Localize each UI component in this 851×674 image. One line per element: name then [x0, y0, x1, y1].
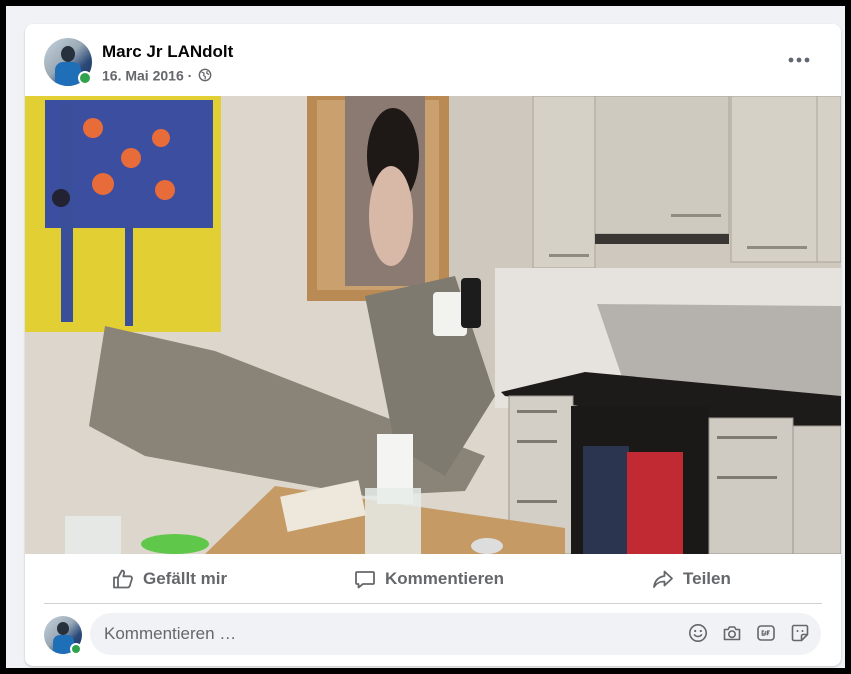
online-status-dot — [70, 643, 82, 655]
more-options-icon[interactable] — [781, 46, 817, 74]
like-button[interactable]: Gefällt mir — [111, 554, 227, 604]
emoji-icon[interactable] — [687, 622, 709, 644]
post-date[interactable]: 16. Mai 2016 — [102, 67, 184, 83]
actions-divider — [44, 603, 822, 604]
globe-icon[interactable] — [198, 68, 212, 82]
share-label: Teilen — [683, 569, 731, 588]
comment-composer — [25, 610, 841, 658]
post-photo[interactable] — [25, 96, 841, 554]
post-card: Marc Jr LANdolt 16. Mai 2016 · Gefällt m… — [25, 24, 841, 666]
avatar-head — [57, 622, 69, 635]
post-header: Marc Jr LANdolt 16. Mai 2016 · — [25, 24, 841, 96]
online-status-dot — [78, 71, 92, 85]
comment-tools — [687, 622, 811, 644]
sticker-icon[interactable] — [789, 622, 811, 644]
comment-icon — [355, 571, 375, 589]
screenshot-frame: Marc Jr LANdolt 16. Mai 2016 · Gefällt m… — [6, 6, 845, 668]
gif-icon[interactable] — [755, 622, 777, 644]
avatar-head — [61, 46, 75, 62]
comment-button[interactable]: Kommentieren — [353, 554, 504, 604]
author-name[interactable]: Marc Jr LANdolt — [102, 42, 233, 62]
avatar-body — [55, 62, 81, 86]
share-icon — [653, 570, 673, 588]
camera-icon[interactable] — [721, 622, 743, 644]
post-photo-image — [25, 96, 841, 554]
post-meta: 16. Mai 2016 · — [102, 66, 212, 83]
share-button[interactable]: Teilen — [651, 554, 731, 604]
meta-separator: · — [187, 67, 193, 84]
comment-label: Kommentieren — [385, 569, 505, 588]
post-actions: Gefällt mir Kommentieren Teilen — [25, 554, 841, 604]
like-label: Gefällt mir — [143, 569, 228, 588]
thumbs-up-icon — [113, 569, 133, 589]
